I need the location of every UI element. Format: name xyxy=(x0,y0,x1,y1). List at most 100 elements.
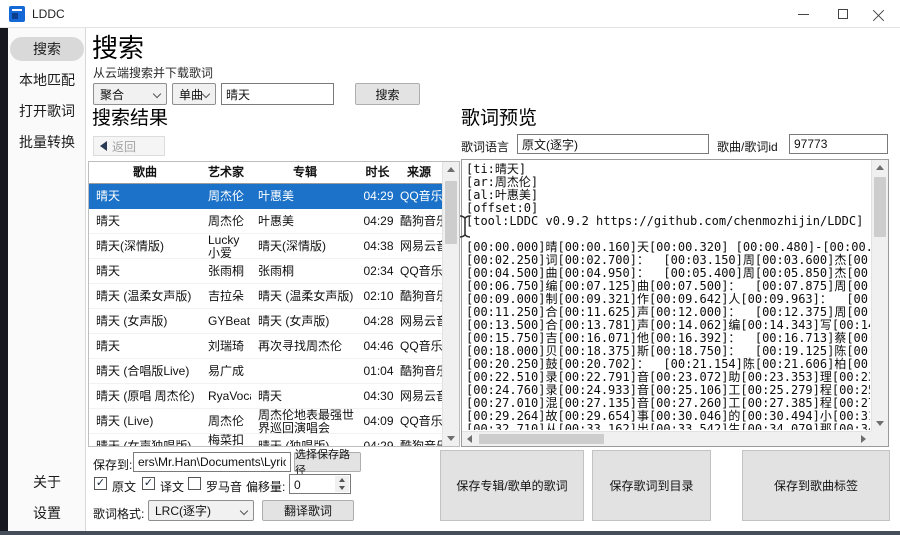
cell-artist: 张雨桐 xyxy=(201,265,251,278)
column-header-duration[interactable]: 时长 xyxy=(359,162,396,183)
cell-source: 网易云音乐 xyxy=(396,240,442,253)
translation-checkbox[interactable]: ✓ xyxy=(142,477,155,490)
cell-album: 晴天 xyxy=(251,390,359,403)
spinner-up-icon[interactable] xyxy=(335,476,349,484)
translation-checkbox-label[interactable]: 译文 xyxy=(160,478,184,495)
table-row[interactable]: 晴天 (温柔女声版)吉拉朵晴天 (温柔女声版)02:10酷狗音乐 xyxy=(89,284,442,309)
column-header-song[interactable]: 歌曲 xyxy=(89,162,201,183)
maximize-button[interactable] xyxy=(826,0,860,28)
table-row[interactable]: 晴天张雨桐张雨桐02:34QQ音乐 xyxy=(89,259,442,284)
cell-duration: 01:04 xyxy=(359,365,396,378)
table-row[interactable]: 晴天 (合唱版Live)易广成01:04酷狗音乐 xyxy=(89,359,442,384)
sidebar-item-search[interactable]: 搜索 xyxy=(10,37,84,61)
sidebar-item-batch-convert[interactable]: 批量转换 xyxy=(10,130,84,154)
table-row[interactable]: 晴天 (Live)周杰伦周杰伦地表最强世界巡回演唱会04:09QQ音乐 xyxy=(89,409,442,434)
cell-artist: GYBeat xyxy=(201,315,251,328)
scroll-up-icon[interactable] xyxy=(872,160,888,175)
table-header: 歌曲 艺术家 专辑 时长 来源 xyxy=(89,162,442,184)
original-checkbox-label[interactable]: 原文 xyxy=(112,478,136,495)
cell-duration: 04:30 xyxy=(359,390,396,403)
sidebar-item-label: 本地匹配 xyxy=(19,72,75,88)
type-combo[interactable]: 单曲 xyxy=(172,83,216,105)
sidebar-item-about[interactable]: 关于 xyxy=(10,470,84,494)
table-row[interactable]: 晴天 (女声版)GYBeat晴天 (女声版)04:28网易云音乐 xyxy=(89,309,442,334)
scroll-left-icon[interactable] xyxy=(462,432,477,446)
source-combo[interactable]: 聚合 xyxy=(93,83,167,105)
choose-path-button[interactable]: 选择保存路径 xyxy=(294,452,361,472)
table-vertical-scrollbar[interactable] xyxy=(442,162,459,446)
sidebar: 搜索 本地匹配 打开歌词 批量转换 关于 设置 xyxy=(8,28,86,531)
format-label: 歌词格式: xyxy=(93,505,144,522)
lyrics-horizontal-scrollbar[interactable] xyxy=(462,431,871,446)
cell-duration: 04:09 xyxy=(359,415,396,428)
lyrics-vertical-scrollbar[interactable] xyxy=(871,160,888,431)
chevron-down-icon xyxy=(153,90,161,98)
close-icon xyxy=(873,8,885,20)
cell-album: 晴天(深情版) xyxy=(251,240,359,253)
spinner-down-icon[interactable] xyxy=(335,484,349,492)
sidebar-item-settings[interactable]: 设置 xyxy=(10,501,84,525)
song-id-label: 歌曲/歌词id xyxy=(717,138,778,155)
table-row[interactable]: 晴天刘瑞琦再次寻找周杰伦04:46QQ音乐 xyxy=(89,334,442,359)
cell-song: 晴天 (合唱版Live) xyxy=(89,365,201,378)
sidebar-item-open-lyrics[interactable]: 打开歌词 xyxy=(10,99,84,123)
cell-source: 网易云音乐 xyxy=(396,390,442,403)
cell-song: 晴天 xyxy=(89,215,201,228)
cell-artist: 周杰伦 xyxy=(201,190,251,203)
cell-source: 网易云音乐 xyxy=(396,315,442,328)
scroll-up-icon[interactable] xyxy=(443,162,459,177)
scroll-right-icon[interactable] xyxy=(856,432,871,446)
table-row[interactable]: 晴天(深情版)Lucky小爱晴天(深情版)04:38网易云音乐 xyxy=(89,234,442,259)
cell-song: 晴天 (女声版) xyxy=(89,315,201,328)
cell-duration: 04:28 xyxy=(359,315,396,328)
cell-album: 晴天 (温柔女声版) xyxy=(251,290,359,303)
save-to-song-tag-button[interactable]: 保存到歌曲标签 xyxy=(742,450,890,521)
cell-duration: 04:29 xyxy=(359,440,396,447)
column-header-album[interactable]: 专辑 xyxy=(251,162,359,183)
cell-song: 晴天 (原唱 周杰伦) xyxy=(89,390,201,403)
column-header-source[interactable]: 来源 xyxy=(396,162,442,183)
save-album-lyrics-button[interactable]: 保存专辑/歌单的歌词 xyxy=(440,450,584,521)
save-lyrics-to-dir-button[interactable]: 保存歌词到目录 xyxy=(592,450,711,521)
offset-value: 0 xyxy=(294,478,301,492)
cell-song: 晴天 xyxy=(89,340,201,353)
table-row[interactable]: 晴天周杰伦叶惠美04:29QQ音乐 xyxy=(89,184,442,209)
cell-song: 晴天 (Live) xyxy=(89,415,201,428)
back-button[interactable]: 返回 xyxy=(93,136,165,156)
sidebar-item-label: 批量转换 xyxy=(19,134,75,150)
offset-spinner[interactable]: 0 xyxy=(289,474,351,494)
sidebar-item-local-match[interactable]: 本地匹配 xyxy=(10,68,84,92)
table-row[interactable]: 晴天 (原唱 周杰伦)RyaVocal晴天04:30网易云音乐 xyxy=(89,384,442,409)
save-path-input[interactable] xyxy=(133,452,291,472)
back-button-label: 返回 xyxy=(112,138,136,155)
lang-input[interactable] xyxy=(517,134,709,154)
scrollbar-thumb[interactable] xyxy=(445,181,457,244)
scroll-down-icon[interactable] xyxy=(872,416,888,431)
translate-lyrics-button[interactable]: 翻译歌词 xyxy=(262,500,354,521)
romaji-checkbox[interactable] xyxy=(188,477,201,490)
column-header-artist[interactable]: 艺术家 xyxy=(201,162,251,183)
scrollbar-thumb[interactable] xyxy=(479,434,604,444)
table-row[interactable]: 晴天 (女声独唱版)梅菜扣肉晴天 (独唱版)04:29酷狗音乐 xyxy=(89,434,442,446)
cell-artist: 吉拉朵 xyxy=(201,290,251,303)
minimize-button[interactable] xyxy=(786,0,820,28)
romaji-checkbox-label[interactable]: 罗马音 xyxy=(206,478,242,495)
format-combo[interactable]: LRC(逐字) xyxy=(148,500,254,521)
cell-duration: 04:29 xyxy=(359,190,396,203)
search-button[interactable]: 搜索 xyxy=(355,83,420,105)
scrollbar-thumb[interactable] xyxy=(874,177,886,237)
cell-album: 晴天 (女声版) xyxy=(251,315,359,328)
search-input[interactable] xyxy=(221,83,334,105)
left-accent-strip xyxy=(0,28,8,535)
close-button[interactable] xyxy=(862,0,896,28)
cell-album: 周杰伦地表最强世界巡回演唱会 xyxy=(251,409,359,434)
original-checkbox[interactable]: ✓ xyxy=(94,477,107,490)
page-subtitle: 从云端搜索并下载歌词 xyxy=(93,64,213,81)
scroll-down-icon[interactable] xyxy=(443,431,459,446)
song-id-input[interactable] xyxy=(789,134,888,154)
lyrics-preview-area[interactable]: [ti:晴天] [ar:周杰伦] [al:叶惠美] [offset:0] [to… xyxy=(461,159,889,447)
cell-source: 酷狗音乐 xyxy=(396,440,442,447)
window-title: LDDC xyxy=(32,7,65,21)
cell-artist: 刘瑞琦 xyxy=(201,340,251,353)
table-row[interactable]: 晴天周杰伦叶惠美04:29酷狗音乐 xyxy=(89,209,442,234)
